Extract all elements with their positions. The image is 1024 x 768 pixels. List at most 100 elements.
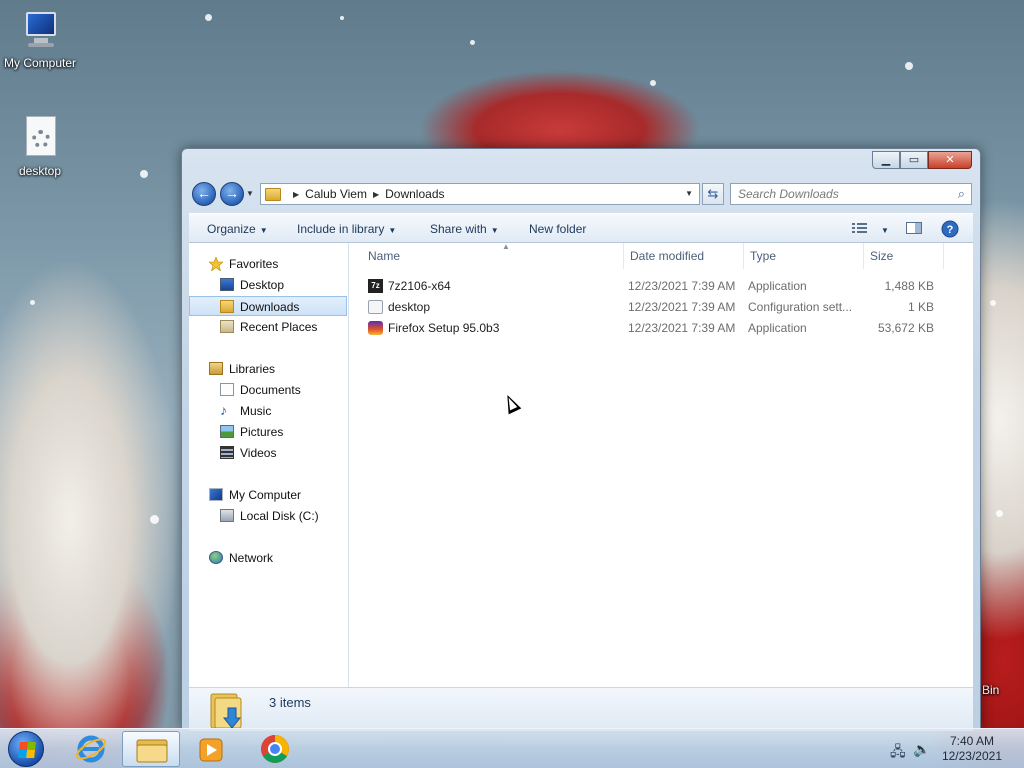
nav-documents[interactable]: Documents (189, 380, 347, 400)
help-button[interactable]: ? (941, 220, 959, 238)
back-button[interactable]: ← (192, 182, 216, 206)
column-header-size[interactable]: Size (864, 243, 944, 269)
snowflake (30, 300, 35, 305)
network-status-icon[interactable]: 🖧 (890, 741, 906, 765)
file-type: Application (748, 279, 807, 293)
nav-music-label: Music (240, 404, 272, 418)
desktop-icon-my-computer[interactable]: My Computer (0, 8, 80, 70)
back-arrow-icon: ← (197, 185, 211, 201)
refresh-icon: ⇆ (707, 186, 719, 201)
nav-favorites[interactable]: Favorites (189, 254, 347, 274)
taskbar-app-media-player[interactable] (182, 731, 240, 767)
folder-icon (136, 739, 168, 763)
system-clock[interactable]: 7:40 AM 12/23/2021 (942, 734, 1002, 764)
pictures-icon (220, 425, 234, 438)
nav-downloads[interactable]: Downloads (189, 296, 347, 316)
column-name-label: Name (368, 249, 401, 263)
breadcrumb-downloads[interactable]: Downloads (385, 187, 444, 201)
view-list-icon (852, 223, 867, 233)
snowflake (140, 170, 148, 178)
clock-time: 7:40 AM (949, 734, 994, 748)
file-type: Application (748, 321, 807, 335)
file-size: 1 KB (907, 300, 934, 314)
recent-pages-dropdown[interactable]: ▼ (246, 189, 254, 198)
internet-explorer-icon (75, 735, 107, 763)
nav-my-computer-label: My Computer (229, 488, 302, 502)
nav-network[interactable]: Network (189, 548, 347, 568)
taskbar-app-windows-explorer[interactable] (122, 731, 180, 767)
snowflake (470, 40, 475, 45)
share-with-button[interactable]: Share with ▼ (430, 222, 499, 236)
star-icon (208, 256, 224, 272)
column-date-label: Date modified (630, 249, 705, 263)
file-name: 7z2106-x64 (388, 279, 451, 293)
start-button[interactable] (8, 731, 44, 767)
snowflake (996, 510, 1003, 517)
downloads-folder-icon (209, 690, 243, 730)
file-row-desktop[interactable]: desktop 12/23/2021 7:39 AM Configuration… (362, 297, 952, 317)
videos-icon (220, 446, 234, 459)
column-size-label: Size (870, 249, 894, 263)
taskbar-app-internet-explorer[interactable] (62, 731, 120, 767)
documents-icon (220, 383, 234, 396)
change-view-button[interactable] (851, 220, 869, 236)
nav-recent-places[interactable]: Recent Places (189, 317, 347, 337)
search-icon[interactable]: ⌕ (958, 184, 965, 204)
forward-arrow-icon: → (225, 185, 239, 201)
nav-music[interactable]: ♪ Music (189, 401, 347, 421)
maximize-button[interactable]: ▭ (900, 151, 928, 169)
share-with-label: Share with (430, 222, 487, 236)
file-size: 53,672 KB (877, 321, 934, 335)
nav-local-disk[interactable]: Local Disk (C:) (189, 506, 347, 526)
include-in-library-button[interactable]: Include in library ▼ (297, 222, 396, 236)
music-note-icon: ♪ (220, 402, 227, 418)
include-in-library-label: Include in library (297, 222, 385, 236)
nav-downloads-label: Downloads (240, 300, 300, 314)
nav-desktop[interactable]: Desktop (189, 275, 347, 295)
nav-libraries[interactable]: Libraries (189, 359, 347, 379)
file-date: 12/23/2021 7:39 AM (628, 300, 736, 314)
desktop-icon-desktop-ini[interactable]: desktop (0, 116, 80, 178)
navigation-bar: ← → ▼ ▶ Calub Viem ▶ Downloads ▼ ⇆ Searc… (190, 181, 972, 207)
taskbar-app-chrome[interactable] (246, 731, 304, 767)
nav-my-computer[interactable]: My Computer (189, 485, 347, 505)
column-header-type[interactable]: Type (744, 243, 864, 269)
file-row-7z2106-x64[interactable]: 7z 7z2106-x64 12/23/2021 7:39 AM Applica… (362, 276, 952, 296)
column-header-name[interactable]: Name ▲ (362, 242, 624, 269)
snowflake (150, 515, 159, 524)
file-list: Name ▲ Date modified Type Size 7z 7z2106… (350, 242, 973, 687)
maximize-icon: ▭ (908, 154, 920, 166)
chevron-down-icon: ▼ (388, 226, 397, 235)
organize-button[interactable]: Organize ▼ (207, 222, 268, 236)
file-row-firefox-setup[interactable]: Firefox Setup 95.0b3 12/23/2021 7:39 AM … (362, 318, 952, 338)
file-date: 12/23/2021 7:39 AM (628, 321, 736, 335)
forward-button[interactable]: → (220, 182, 244, 206)
view-options-dropdown[interactable]: ▼ (877, 222, 889, 236)
chevron-down-icon[interactable]: ▼ (685, 189, 693, 198)
recent-places-icon (220, 320, 234, 333)
refresh-button[interactable]: ⇆ (702, 183, 724, 205)
column-header-date-modified[interactable]: Date modified (624, 243, 744, 269)
svg-text:?: ? (947, 224, 954, 236)
column-type-label: Type (750, 249, 777, 263)
breadcrumb-separator-icon[interactable]: ▶ (293, 190, 299, 199)
preview-pane-button[interactable] (905, 220, 923, 236)
search-input[interactable]: Search Downloads ⌕ (730, 183, 972, 205)
address-bar[interactable]: ▶ Calub Viem ▶ Downloads ▼ (260, 183, 700, 205)
new-folder-button[interactable]: New folder (529, 222, 586, 236)
caption-buttons: ▁ ▭ ✕ (872, 151, 972, 169)
folder-icon (265, 187, 281, 201)
snowflake (990, 300, 996, 306)
close-button[interactable]: ✕ (928, 151, 972, 169)
search-placeholder: Search Downloads (738, 187, 839, 201)
recycle-bin-label[interactable]: Bin (982, 683, 999, 697)
volume-icon[interactable]: 🔈 (913, 741, 930, 758)
computer-icon (209, 488, 223, 501)
file-date: 12/23/2021 7:39 AM (628, 279, 736, 293)
nav-videos[interactable]: Videos (189, 443, 347, 463)
chevron-down-icon: ▼ (881, 226, 889, 235)
breadcrumb-separator-icon[interactable]: ▶ (373, 190, 379, 199)
breadcrumb-user[interactable]: Calub Viem (305, 187, 367, 201)
nav-pictures[interactable]: Pictures (189, 422, 347, 442)
minimize-button[interactable]: ▁ (872, 151, 900, 169)
